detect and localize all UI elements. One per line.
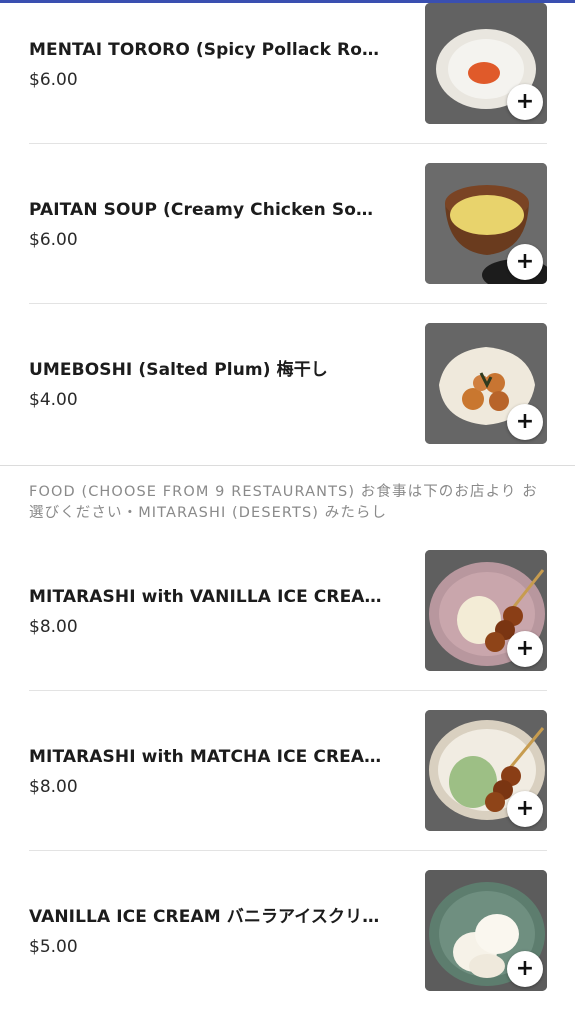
add-to-cart-button[interactable]: +: [507, 84, 543, 120]
item-text: PAITAN SOUP (Creamy Chicken Soup) … $6.0…: [29, 199, 384, 251]
item-price: $8.00: [29, 617, 78, 637]
item-photo[interactable]: +: [425, 550, 547, 671]
item-name: MENTAI TORORO (Spicy Pollack Roe wit…: [29, 40, 384, 60]
item-text: MENTAI TORORO (Spicy Pollack Roe wit… $6…: [29, 39, 384, 91]
item-divider: [29, 850, 547, 851]
item-text: UMEBOSHI (Salted Plum) 梅干し $4.00: [29, 359, 384, 411]
menu-item[interactable]: MENTAI TORORO (Spicy Pollack Roe wit… $6…: [0, 3, 575, 163]
item-divider: [29, 143, 547, 144]
item-price: $6.00: [29, 230, 78, 250]
add-to-cart-button[interactable]: +: [507, 951, 543, 987]
item-price: $6.00: [29, 70, 78, 90]
menu-item[interactable]: PAITAN SOUP (Creamy Chicken Soup) … $6.0…: [0, 163, 575, 323]
item-name: MITARASHI with MATCHA ICE CREAM…: [29, 747, 384, 767]
section-divider: [0, 465, 575, 466]
add-to-cart-button[interactable]: +: [507, 791, 543, 827]
item-photo[interactable]: +: [425, 3, 547, 124]
category-header: FOOD (CHOOSE FROM 9 RESTAURANTS) お食事は下のお…: [29, 484, 538, 521]
item-text: MITARASHI with VANILLA ICE CREAM… $8.00: [29, 586, 384, 638]
item-divider: [29, 690, 547, 691]
item-name: UMEBOSHI (Salted Plum) 梅干し: [29, 360, 328, 380]
menu-item[interactable]: MITARASHI with MATCHA ICE CREAM… $8.00 +: [0, 710, 575, 870]
add-to-cart-button[interactable]: +: [507, 404, 543, 440]
item-photo[interactable]: +: [425, 323, 547, 444]
add-to-cart-button[interactable]: +: [507, 244, 543, 280]
item-price: $8.00: [29, 777, 78, 797]
item-divider: [29, 303, 547, 304]
item-name: MITARASHI with VANILLA ICE CREAM…: [29, 587, 384, 607]
menu-item[interactable]: VANILLA ICE CREAM バニラアイスクリ… $5.00 +: [0, 870, 575, 1030]
menu-item[interactable]: UMEBOSHI (Salted Plum) 梅干し $4.00 +: [0, 323, 575, 483]
item-name: VANILLA ICE CREAM バニラアイスクリ…: [29, 907, 380, 927]
item-photo[interactable]: +: [425, 163, 547, 284]
menu-item[interactable]: MITARASHI with VANILLA ICE CREAM… $8.00 …: [0, 550, 575, 710]
item-photo[interactable]: +: [425, 870, 547, 991]
item-price: $4.00: [29, 390, 78, 410]
add-to-cart-button[interactable]: +: [507, 631, 543, 667]
item-text: MITARASHI with MATCHA ICE CREAM… $8.00: [29, 746, 384, 798]
item-photo[interactable]: +: [425, 710, 547, 831]
item-text: VANILLA ICE CREAM バニラアイスクリ… $5.00: [29, 906, 384, 958]
item-name: PAITAN SOUP (Creamy Chicken Soup) …: [29, 200, 384, 220]
item-price: $5.00: [29, 937, 78, 957]
